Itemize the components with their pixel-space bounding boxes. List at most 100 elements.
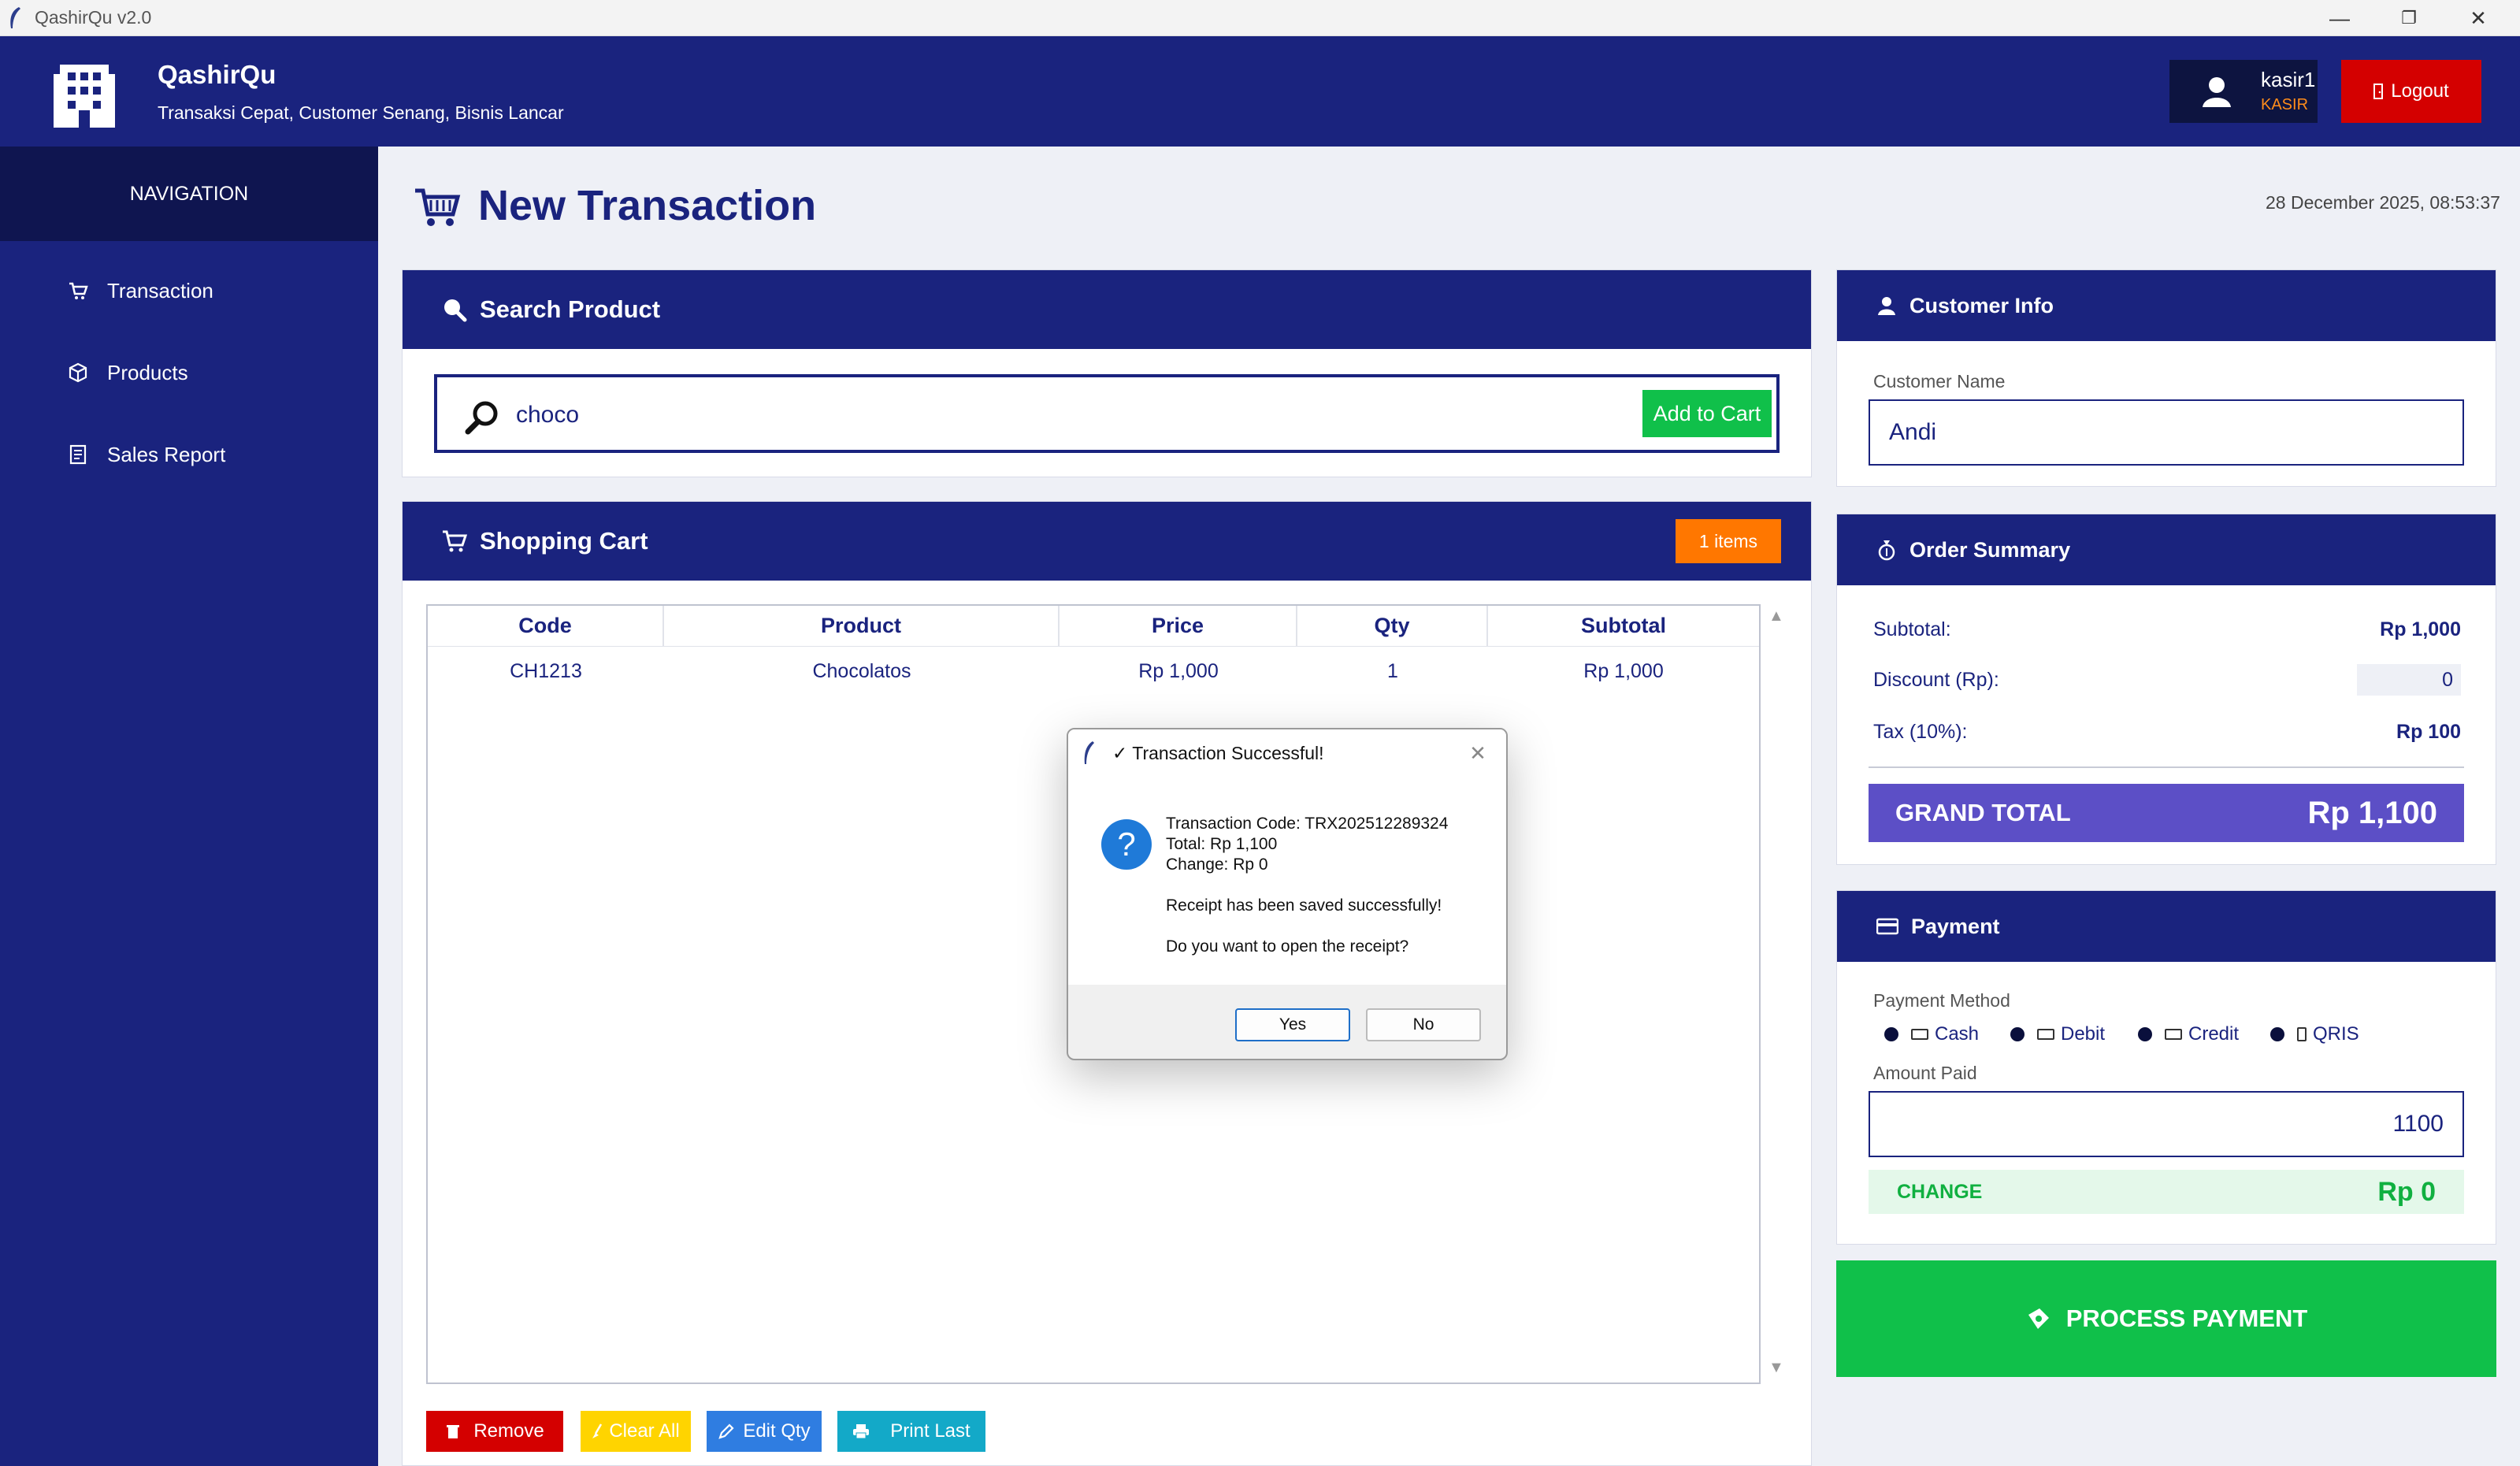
user-icon [2203,77,2231,107]
payment-panel-header: Payment [1837,891,2496,962]
radio-credit[interactable]: Credit [2138,1023,2239,1045]
feather-icon [1084,741,1094,764]
tax-row: Tax (10%): Rp 100 [1873,716,2461,748]
person-icon [1878,297,1895,315]
cell-qty: 1 [1387,659,1398,682]
radio-dot [2270,1027,2284,1041]
radio-dot [1884,1027,1898,1041]
dialog-close-icon[interactable]: ✕ [1462,737,1494,769]
user-info: kasir1 KASIR [2169,60,2318,123]
sidebar-item-sales-report[interactable]: Sales Report [0,427,378,482]
radio-cash[interactable]: Cash [1884,1023,1979,1045]
column-header-product[interactable]: Product [664,606,1060,647]
dialog-question: Do you want to open the receipt? [1166,937,1409,956]
door-icon [2373,84,2384,99]
money-icon [2028,1308,2049,1329]
sidebar-item-label: Transaction [107,278,213,302]
minimize-button[interactable]: — [2307,0,2373,36]
customer-name-input[interactable] [1869,399,2464,466]
dialog-total: Total: Rp 1,100 [1166,835,1278,853]
tax-value: Rp 100 [2396,720,2461,743]
dialog-body: ? Transaction Code: TRX202512289324 Tota… [1068,777,1506,985]
column-header-qty[interactable]: Qty [1297,606,1488,647]
debit-card-icon [2037,1029,2054,1040]
logout-button[interactable]: Logout [2341,60,2481,123]
process-payment-label: PROCESS PAYMENT [2065,1305,2308,1332]
print-last-button[interactable]: Print Last [837,1411,985,1452]
clear-all-label: Clear All [609,1420,680,1442]
cell-code: CH1213 [510,659,582,682]
app-header: QashirQu Transaksi Cepat, Customer Senan… [0,36,2520,147]
page-title: New Transaction [478,182,817,229]
discount-label: Discount (Rp): [1873,668,1999,691]
dialog-transaction-code: Transaction Code: TRX202512289324 [1166,815,1449,833]
radio-cash-label: Cash [1935,1023,1980,1045]
scroll-down-arrow-icon[interactable]: ▼ [1768,1359,1784,1377]
clear-all-button[interactable]: Clear All [581,1411,691,1452]
window-title: QashirQu v2.0 [35,7,152,28]
cart-icon [415,188,461,226]
close-window-button[interactable]: ✕ [2445,0,2511,36]
remove-button[interactable]: Remove [426,1411,563,1452]
customer-panel-header: Customer Info [1837,270,2496,341]
sidebar-heading: NAVIGATION [0,147,378,241]
change-bar: CHANGE Rp 0 [1869,1170,2464,1214]
print-last-label: Print Last [890,1420,971,1442]
sidebar-item-transaction[interactable]: Transaction [0,263,378,318]
radio-debit-label: Debit [2061,1023,2106,1045]
money-bag-icon [1878,540,1895,561]
dialog-no-button[interactable]: No [1366,1008,1481,1041]
customer-panel-title: Customer Info [1909,293,2054,317]
discount-row: Discount (Rp): [1873,664,2461,696]
search-product-panel: Search Product Add to Cart [402,269,1812,477]
sidebar: NAVIGATION Transaction Products Sales Re… [0,147,378,1466]
transaction-success-dialog: ✓ Transaction Successful! ✕ ? Transactio… [1067,728,1508,1060]
sidebar-item-products[interactable]: Products [0,345,378,400]
pencil-icon [718,1423,734,1439]
discount-input[interactable] [2357,664,2461,696]
edit-qty-button[interactable]: Edit Qty [707,1411,822,1452]
column-header-subtotal[interactable]: Subtotal [1488,606,1759,647]
cart-panel-title: Shopping Cart [480,527,648,555]
phone-icon [2297,1027,2307,1041]
cart-panel-header: Shopping Cart [403,502,1811,581]
search-field-box: Add to Cart [434,374,1780,453]
add-to-cart-button[interactable]: Add to Cart [1642,390,1772,437]
cart-icon [443,530,467,552]
sidebar-item-label: Products [107,360,188,384]
printer-icon [853,1424,870,1439]
radio-dot [2010,1027,2025,1041]
summary-divider [1869,766,2464,768]
radio-dot [2138,1027,2152,1041]
search-panel-header: Search Product [403,270,1811,349]
dialog-title: ✓ Transaction Successful! [1112,742,1324,763]
column-header-price[interactable]: Price [1060,606,1297,647]
feather-icon [10,7,20,28]
amount-paid-label: Amount Paid [1873,1063,1977,1083]
amount-paid-input[interactable] [1869,1091,2464,1157]
subtotal-value: Rp 1,000 [2380,618,2461,640]
scroll-up-arrow-icon[interactable]: ▲ [1768,607,1784,625]
grand-total-label: GRAND TOTAL [1895,799,2071,826]
dialog-yes-button[interactable]: Yes [1235,1008,1350,1041]
cell-subtotal: Rp 1,000 [1583,659,1664,682]
radio-qris[interactable]: QRIS [2270,1023,2359,1045]
search-panel-title: Search Product [480,295,661,323]
column-header-code[interactable]: Code [428,606,664,647]
cart-scrollbar[interactable]: ▲ ▼ [1762,604,1792,1384]
payment-panel-title: Payment [1911,914,2000,938]
radio-credit-label: Credit [2188,1023,2240,1045]
table-row[interactable]: CH1213 Chocolatos Rp 1,000 1 Rp 1,000 [428,650,1759,692]
dialog-change: Change: Rp 0 [1166,855,1268,874]
radio-debit[interactable]: Debit [2010,1023,2105,1045]
payment-panel: Payment Payment Method Cash Debit Credit… [1836,890,2496,1245]
tax-label: Tax (10%): [1873,720,1968,743]
change-label: CHANGE [1897,1180,1983,1203]
process-payment-button[interactable]: PROCESS PAYMENT [1836,1260,2496,1377]
box-icon [69,362,87,383]
search-input[interactable] [516,392,1603,439]
restore-button[interactable]: ❐ [2376,0,2442,36]
grand-total-bar: GRAND TOTAL Rp 1,100 [1869,784,2464,842]
datetime-label: 28 December 2025, 08:53:37 [2266,192,2500,213]
cell-price: Rp 1,000 [1138,659,1219,682]
